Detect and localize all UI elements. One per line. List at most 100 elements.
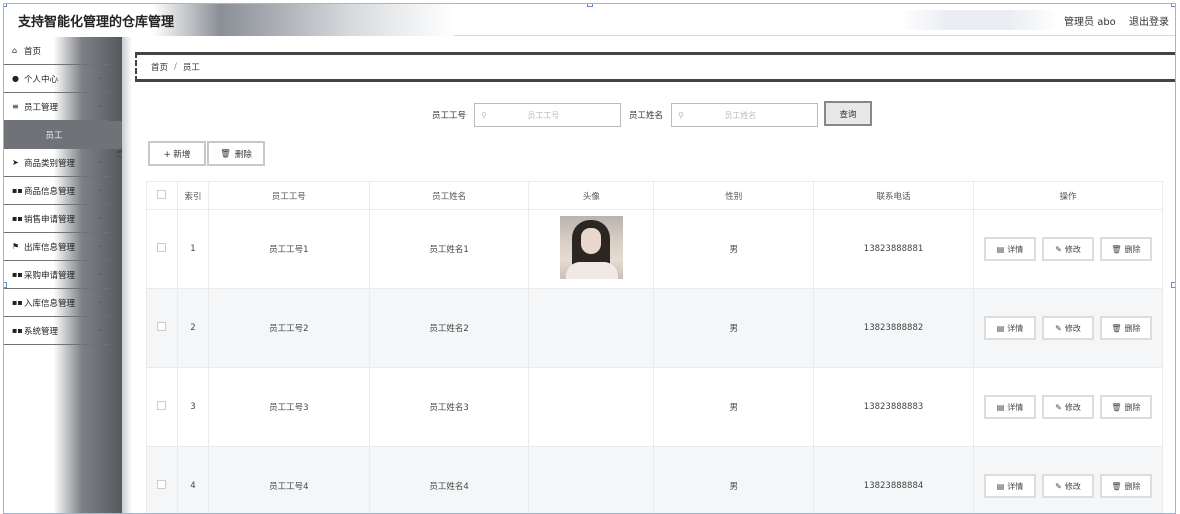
detail-label: 详情	[1007, 244, 1024, 254]
cell-employee-id: 员工工号1	[207, 209, 370, 289]
resize-handle[interactable]	[4, 4, 7, 7]
sidebar-item[interactable]: ▪▪ 商品信息管理 ⌄	[4, 177, 109, 205]
chevron-down-icon: ⌄	[97, 185, 103, 193]
table-row: 1 员工工号1 员工姓名1 男 13823888881 ▤ 详情 ✎ 修改 🗑︎ 删除	[146, 209, 1164, 289]
sidebar-item-label: 员工管理	[24, 102, 59, 113]
trash-icon: 🗑︎	[1111, 402, 1122, 412]
document-icon: ▤	[996, 481, 1005, 491]
cell-avatar	[528, 209, 655, 289]
query-button[interactable]: 查询	[824, 101, 872, 126]
chevron-down-icon: ⌄	[97, 213, 103, 221]
cell-avatar	[528, 367, 655, 447]
document-icon: ▤	[996, 323, 1005, 333]
cell-index: 2	[176, 288, 209, 368]
column-header: 操作	[972, 181, 1164, 210]
top-header: 支持智能化管理的仓库管理 管理员 abo 退出登录	[4, 4, 1175, 36]
detail-button[interactable]: ▤ 详情	[983, 316, 1036, 340]
delete-button[interactable]: 🗑︎ 删除	[1099, 395, 1152, 419]
resize-handle[interactable]	[1171, 282, 1175, 288]
employee-name-label: 员工姓名	[629, 111, 664, 121]
column-header: 头像	[528, 181, 655, 210]
cell-actions: ▤ 详情 ✎ 修改 🗑︎ 删除	[972, 288, 1164, 368]
employee-id-input[interactable]: ⚲ 员工工号	[474, 103, 622, 127]
cell-employee-name: 员工姓名2	[368, 288, 530, 368]
sidebar-item[interactable]: ▪▪ 采购申请管理 ⌄	[4, 261, 109, 289]
sidebar-item[interactable]: ▪▪ 销售申请管理 ⌄	[4, 205, 109, 233]
trash-icon: 🗑︎	[220, 148, 231, 159]
pencil-icon: ✎	[1055, 244, 1062, 254]
grid-icon: ▪▪	[12, 214, 23, 223]
batch-delete-button[interactable]: 🗑︎ 删除	[207, 141, 265, 166]
resize-handle[interactable]	[4, 282, 7, 288]
edit-button[interactable]: ✎ 修改	[1041, 395, 1094, 419]
cell-employee-name: 员工姓名4	[368, 446, 530, 513]
column-header: 员工工号	[207, 181, 370, 210]
sidebar-item[interactable]: ≡ 员工管理 ⌄	[4, 93, 109, 121]
edit-label: 修改	[1064, 402, 1081, 412]
select-all-checkbox[interactable]	[157, 189, 167, 199]
delete-button[interactable]: 🗑︎ 删除	[1099, 237, 1152, 261]
detail-button[interactable]: ▤ 详情	[983, 237, 1036, 261]
sidebar-item[interactable]: ⚑ 出库信息管理 ⌄	[4, 233, 109, 261]
sidebar-item-label: 入库信息管理	[24, 298, 76, 309]
edit-button[interactable]: ✎ 修改	[1041, 474, 1094, 498]
app-window: 支持智能化管理的仓库管理 管理员 abo 退出登录 ⌂ 首页 ● 个人中心 ⌄ ≡ 员工管理…	[3, 3, 1176, 514]
employee-id-placeholder: 员工工号	[527, 110, 560, 120]
table-header-row: 索引 员工工号 员工姓名 头像 性别 联系电话 操作	[146, 181, 1164, 210]
trash-icon: 🗑︎	[1111, 481, 1122, 491]
sidebar-item[interactable]: ⌂ 首页	[4, 37, 109, 65]
sidebar-item-label: 商品类别管理	[24, 158, 76, 169]
pencil-icon: ✎	[1055, 481, 1062, 491]
chevron-down-icon: ⌄	[97, 101, 103, 109]
row-checkbox[interactable]	[157, 322, 167, 331]
logout-link[interactable]: 退出登录	[1129, 17, 1169, 28]
add-button[interactable]: + 新增	[148, 141, 206, 166]
user-icon: ●	[12, 74, 19, 83]
home-icon: ⌂	[12, 46, 18, 55]
table-row: 3 员工工号3 员工姓名3 男 13823888883 ▤ 详情 ✎ 修改 🗑︎ 删除	[146, 367, 1164, 447]
cell-employee-name: 员工姓名1	[368, 209, 530, 289]
cell-gender: 男	[653, 288, 815, 368]
employee-name-input[interactable]: ⚲ 员工姓名	[671, 103, 819, 127]
chevron-down-icon: ⌄	[97, 269, 103, 277]
breadcrumb-home[interactable]: 首页	[151, 61, 168, 73]
edit-button[interactable]: ✎ 修改	[1041, 316, 1094, 340]
sidebar-item[interactable]: ▪▪ 系统管理 ⌄	[4, 317, 109, 345]
trash-icon: 🗑︎	[1111, 323, 1122, 333]
cell-phone: 13823888881	[813, 209, 974, 289]
sidebar-item-label: 系统管理	[24, 326, 59, 337]
sidebar-subitem-active[interactable]: 员工	[4, 121, 122, 149]
detail-label: 详情	[1007, 481, 1024, 491]
delete-button[interactable]: 🗑︎ 删除	[1099, 316, 1152, 340]
delete-button[interactable]: 🗑︎ 删除	[1099, 474, 1152, 498]
row-checkbox[interactable]	[157, 401, 167, 410]
detail-button[interactable]: ▤ 详情	[983, 474, 1036, 498]
grid-icon: ▪▪	[12, 298, 23, 307]
edit-button[interactable]: ✎ 修改	[1041, 237, 1094, 261]
document-icon: ▤	[996, 244, 1005, 254]
row-checkbox[interactable]	[157, 243, 167, 252]
column-header: 性别	[653, 181, 815, 210]
resize-handle[interactable]	[587, 4, 593, 7]
sidebar-item[interactable]: ➤ 商品类别管理 ⌄	[4, 149, 109, 177]
edit-label: 修改	[1064, 481, 1081, 491]
row-checkbox[interactable]	[157, 480, 167, 489]
send-icon: ➤	[12, 158, 19, 167]
resize-handle[interactable]	[1171, 4, 1175, 7]
detail-button[interactable]: ▤ 详情	[983, 395, 1036, 419]
cell-phone: 13823888884	[813, 446, 974, 513]
sidebar-item[interactable]: ● 个人中心 ⌄	[4, 65, 109, 93]
edit-label: 修改	[1064, 323, 1081, 333]
grid-icon: ▪▪	[12, 270, 23, 279]
cell-employee-id: 员工工号3	[207, 367, 370, 447]
cell-employee-id: 员工工号4	[207, 446, 370, 513]
sidebar: ⌂ 首页 ● 个人中心 ⌄ ≡ 员工管理 ⌄ 员工 ➤ 商品类别管理 ⌄ ▪▪ 商品信息管理 ⌄ ▪▪ 销售申请…	[4, 37, 122, 513]
avatar	[559, 216, 623, 279]
delete-label: 删除	[1124, 244, 1141, 254]
cell-gender: 男	[653, 367, 815, 447]
pencil-icon: ✎	[1055, 323, 1062, 333]
main-content: 首页 / 员工 员工工号 ⚲ 员工工号 员工姓名 ⚲ 员工姓名 查询 + 新增 …	[122, 37, 1175, 513]
sidebar-item[interactable]: ▪▪ 入库信息管理 ⌄	[4, 289, 109, 317]
cell-avatar	[528, 446, 655, 513]
chevron-down-icon: ⌄	[97, 241, 103, 249]
